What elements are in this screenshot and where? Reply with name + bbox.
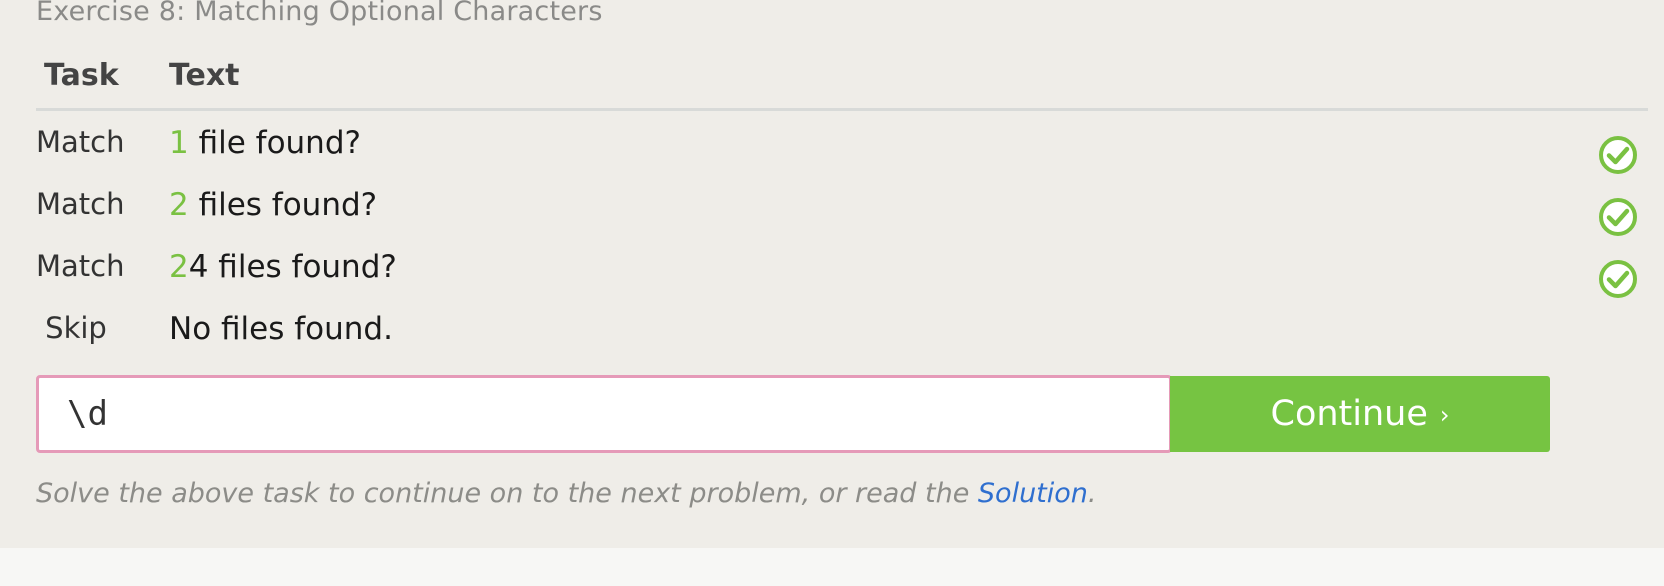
check-circle-icon — [1599, 136, 1637, 174]
check-circle-icon — [1599, 260, 1637, 298]
hint-suffix: . — [1087, 478, 1097, 509]
row-task: Match — [36, 249, 125, 283]
row-task: Skip — [45, 311, 107, 345]
regex-input[interactable] — [39, 378, 1169, 450]
solution-link[interactable]: Solution — [978, 478, 1088, 509]
row-task: Match — [36, 125, 125, 159]
bottom-strip — [0, 548, 1664, 586]
exercise-table: Task Text Match 1 file found? Match 2 fi… — [36, 52, 1648, 359]
table-header: Task Text — [36, 52, 1648, 111]
exercise-title: Exercise 8: Matching Optional Characters — [36, 0, 603, 27]
match-highlight: 2 — [169, 187, 189, 223]
table-row: Match 2 files found? — [36, 173, 1648, 236]
table-row: Match 24 files found? — [36, 235, 1648, 298]
row-text: 1 file found? — [169, 125, 361, 161]
chevron-right-icon: › — [1439, 401, 1450, 429]
table-row: Match 1 file found? — [36, 111, 1648, 174]
hint-text: Solve the above task to continue on to t… — [36, 478, 1097, 509]
continue-label: Continue — [1270, 394, 1428, 434]
regex-input-wrapper — [36, 375, 1172, 453]
row-text-rest: No files found. — [169, 311, 393, 347]
match-highlight: 2 — [169, 249, 189, 285]
match-highlight: 1 — [169, 125, 189, 161]
continue-button[interactable]: Continue › — [1170, 376, 1550, 452]
row-text: 24 files found? — [169, 249, 397, 285]
row-text: No files found. — [169, 311, 393, 347]
table-row: Skip No files found. — [36, 297, 1648, 359]
row-task: Match — [36, 187, 125, 221]
row-text-rest: 4 files found? — [188, 249, 397, 285]
row-text: 2 files found? — [169, 187, 377, 223]
check-circle-icon — [1599, 198, 1637, 236]
header-text: Text — [169, 58, 240, 93]
hint-prefix: Solve the above task to continue on to t… — [36, 478, 978, 509]
header-task: Task — [44, 58, 119, 93]
row-text-rest: files found? — [188, 187, 378, 223]
row-text-rest: file found? — [188, 125, 361, 161]
